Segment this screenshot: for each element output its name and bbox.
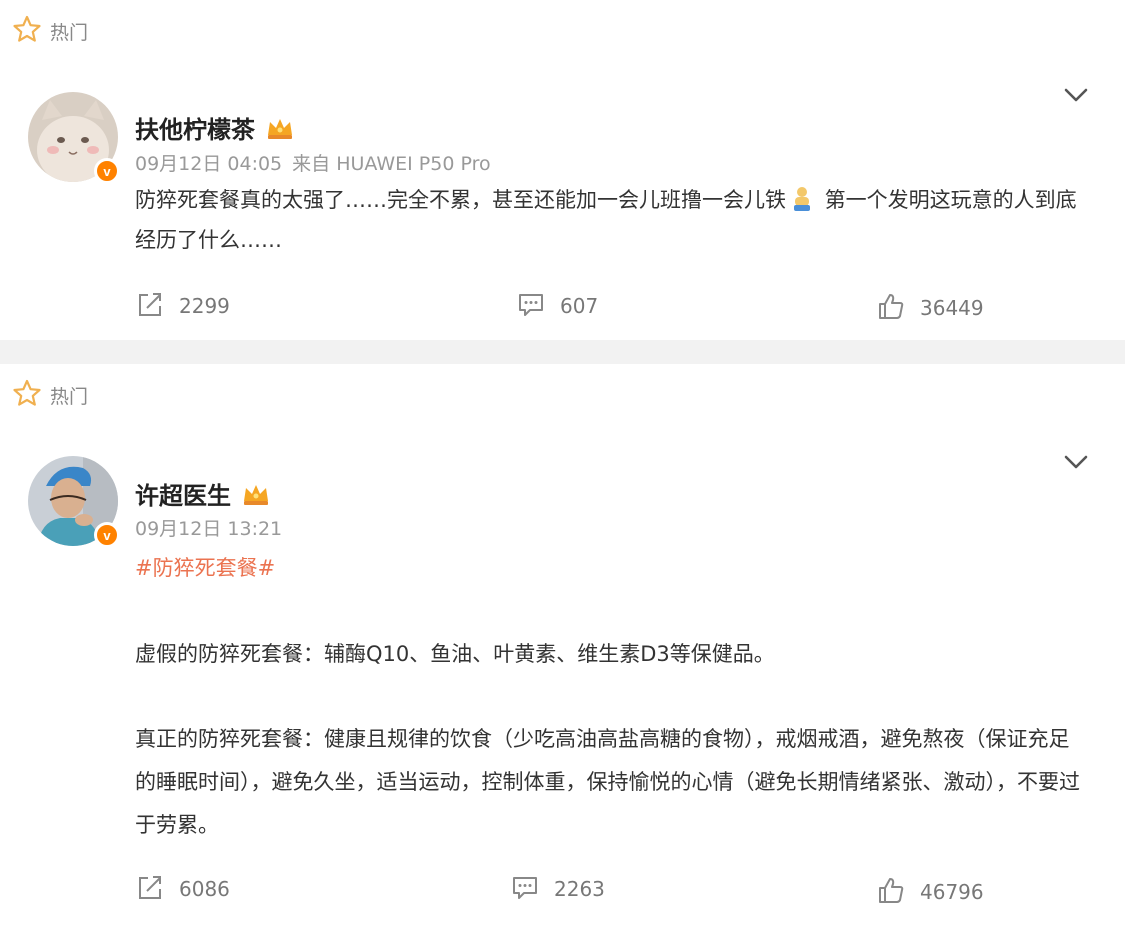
share-icon bbox=[135, 289, 165, 323]
post-meta: 09月12日 04:05 来自 HUAWEI P50 Pro bbox=[135, 149, 491, 176]
like-count: 46796 bbox=[920, 880, 984, 904]
like-button[interactable]: 36449 bbox=[876, 291, 984, 325]
comment-button[interactable]: 2263 bbox=[510, 872, 605, 906]
author-name[interactable]: 许超医生 bbox=[135, 476, 231, 511]
repost-button[interactable]: 6086 bbox=[135, 872, 230, 906]
repost-count: 6086 bbox=[179, 877, 230, 901]
chevron-down-icon[interactable] bbox=[1061, 84, 1091, 106]
comment-icon bbox=[510, 872, 540, 906]
bodybuilding-emoji-icon bbox=[790, 185, 814, 211]
post-meta: 09月12日 13:21 bbox=[135, 514, 282, 541]
hot-tag: 热门 bbox=[12, 14, 88, 48]
comment-button[interactable]: 607 bbox=[516, 289, 598, 323]
author-name[interactable]: 扶他柠檬茶 bbox=[135, 110, 255, 145]
chevron-down-icon[interactable] bbox=[1061, 451, 1091, 473]
post-paragraph: 虚假的防猝死套餐：辅酶Q10、鱼油、叶黄素、维生素D3等保健品。 bbox=[135, 642, 775, 666]
comment-count: 2263 bbox=[554, 877, 605, 901]
comment-count: 607 bbox=[560, 294, 599, 318]
hot-tag: 热门 bbox=[12, 378, 88, 412]
thumbs-up-icon bbox=[876, 875, 906, 909]
post-date[interactable]: 09月12日 13:21 bbox=[135, 518, 282, 540]
like-button[interactable]: 46796 bbox=[876, 875, 984, 909]
avatar[interactable]: v bbox=[28, 92, 120, 184]
crown-icon bbox=[241, 481, 271, 507]
post-card: 热门 v 许超医生 09月12日 13:21 #防猝死套餐# 虚假的防猝死套餐：… bbox=[0, 364, 1125, 930]
post-text: 防猝死套餐真的太强了……完全不累，甚至还能加一会儿班撸一会儿铁 第一个发明这玩意… bbox=[135, 180, 1095, 260]
like-count: 36449 bbox=[920, 296, 984, 320]
avatar[interactable]: v bbox=[28, 456, 120, 548]
repost-count: 2299 bbox=[179, 294, 230, 318]
post-paragraph: 真正的防猝死套餐：健康且规律的饮食（少吃高油高盐高糖的食物），戒烟戒酒，避免熬夜… bbox=[135, 727, 1080, 837]
hot-label: 热门 bbox=[50, 385, 89, 408]
comment-icon bbox=[516, 289, 546, 323]
thumbs-up-icon bbox=[876, 291, 906, 325]
repost-button[interactable]: 2299 bbox=[135, 289, 230, 323]
post-text-part1: 防猝死套餐真的太强了……完全不累，甚至还能加一会儿班撸一会儿铁 bbox=[135, 188, 786, 212]
star-icon bbox=[12, 378, 42, 412]
post-date[interactable]: 09月12日 04:05 bbox=[135, 153, 282, 175]
verified-badge: v bbox=[94, 522, 120, 548]
post-card: 热门 v 扶他柠檬茶 09月12日 04:05 来自 HUAWEI P50 Pr… bbox=[0, 0, 1125, 340]
author-row: 扶他柠檬茶 bbox=[135, 110, 295, 145]
author-row: 许超医生 bbox=[135, 476, 271, 511]
crown-icon bbox=[265, 115, 295, 141]
star-icon bbox=[12, 14, 42, 48]
hashtag-link[interactable]: #防猝死套餐# bbox=[135, 552, 275, 582]
verified-badge: v bbox=[94, 158, 120, 184]
share-icon bbox=[135, 872, 165, 906]
post-source: 来自 HUAWEI P50 Pro bbox=[292, 153, 491, 175]
hot-label: 热门 bbox=[50, 21, 89, 44]
